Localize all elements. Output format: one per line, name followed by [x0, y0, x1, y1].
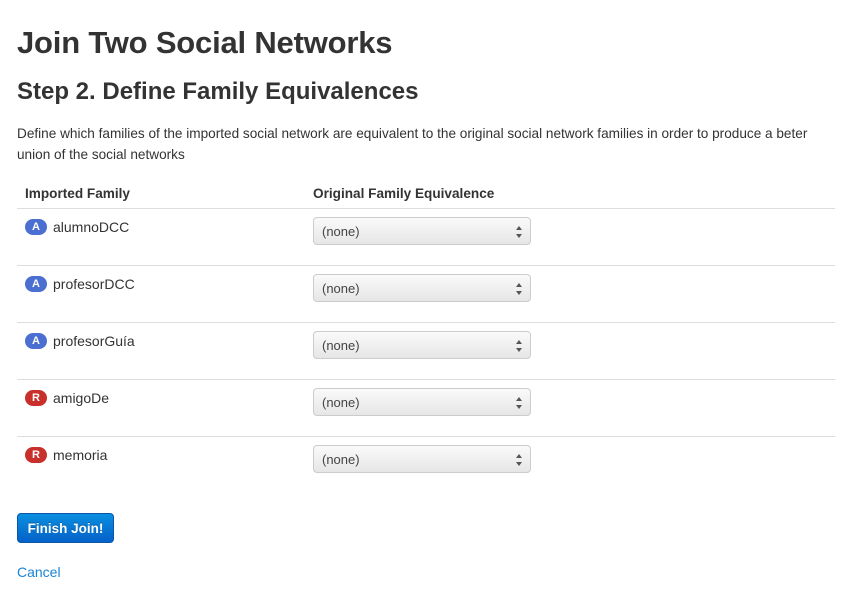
relation-badge: R: [25, 390, 47, 406]
step-description: Define which families of the imported so…: [17, 126, 808, 162]
up-down-arrows-icon: [516, 283, 522, 295]
family-label: A profesorGuía: [25, 333, 297, 349]
family-name: profesorDCC: [53, 276, 135, 292]
equivalence-select[interactable]: (none): [313, 274, 531, 302]
equivalence-select[interactable]: (none): [313, 217, 531, 245]
select-value: (none): [322, 338, 360, 353]
table-row: A alumnoDCC (none): [17, 208, 835, 266]
equivalence-select[interactable]: (none): [313, 445, 531, 473]
table-header-row: Imported Family Original Family Equivale…: [17, 178, 835, 209]
equivalence-cell: (none): [305, 437, 835, 494]
column-header-original-equivalence: Original Family Equivalence: [305, 178, 835, 209]
table-row: R memoria (none): [17, 437, 835, 494]
attribute-badge: A: [25, 333, 47, 349]
equivalence-cell: (none): [305, 265, 835, 323]
family-name: alumnoDCC: [53, 219, 130, 235]
imported-family-cell: R memoria: [17, 437, 305, 494]
family-label: A profesorDCC: [25, 276, 297, 292]
equivalence-cell: (none): [305, 208, 835, 266]
up-down-arrows-icon: [516, 454, 522, 466]
select-value: (none): [322, 224, 360, 239]
imported-family-cell: A profesorDCC: [17, 265, 305, 323]
table-row: R amigoDe (none): [17, 379, 835, 437]
imported-family-cell: A alumnoDCC: [17, 208, 305, 266]
imported-family-cell: A profesorGuía: [17, 322, 305, 380]
imported-family-cell: R amigoDe: [17, 379, 305, 437]
select-value: (none): [322, 452, 360, 467]
family-label: R memoria: [25, 447, 297, 463]
attribute-badge: A: [25, 219, 47, 235]
family-label: R amigoDe: [25, 390, 297, 406]
equivalence-select[interactable]: (none): [313, 331, 531, 359]
family-name: amigoDe: [53, 390, 110, 406]
relation-badge: R: [25, 447, 47, 463]
select-value: (none): [322, 281, 360, 296]
equivalence-select[interactable]: (none): [313, 388, 531, 416]
up-down-arrows-icon: [516, 397, 522, 409]
equivalence-cell: (none): [305, 322, 835, 380]
column-header-imported-family: Imported Family: [17, 178, 305, 209]
step-title: Step 2. Define Family Equivalences: [17, 78, 419, 105]
family-name: memoria: [53, 447, 108, 463]
table-row: A profesorGuía (none): [17, 322, 835, 380]
page-title: Join Two Social Networks: [17, 25, 393, 60]
family-label: A alumnoDCC: [25, 219, 297, 235]
table-row: A profesorDCC (none): [17, 265, 835, 323]
up-down-arrows-icon: [516, 226, 522, 238]
family-equivalence-table: Imported Family Original Family Equivale…: [17, 178, 835, 493]
select-value: (none): [322, 395, 360, 410]
up-down-arrows-icon: [516, 340, 522, 352]
family-name: profesorGuía: [53, 333, 135, 349]
finish-join-button[interactable]: Finish Join!: [17, 513, 114, 543]
cancel-link[interactable]: Cancel: [17, 564, 61, 580]
equivalence-cell: (none): [305, 379, 835, 437]
attribute-badge: A: [25, 276, 47, 292]
